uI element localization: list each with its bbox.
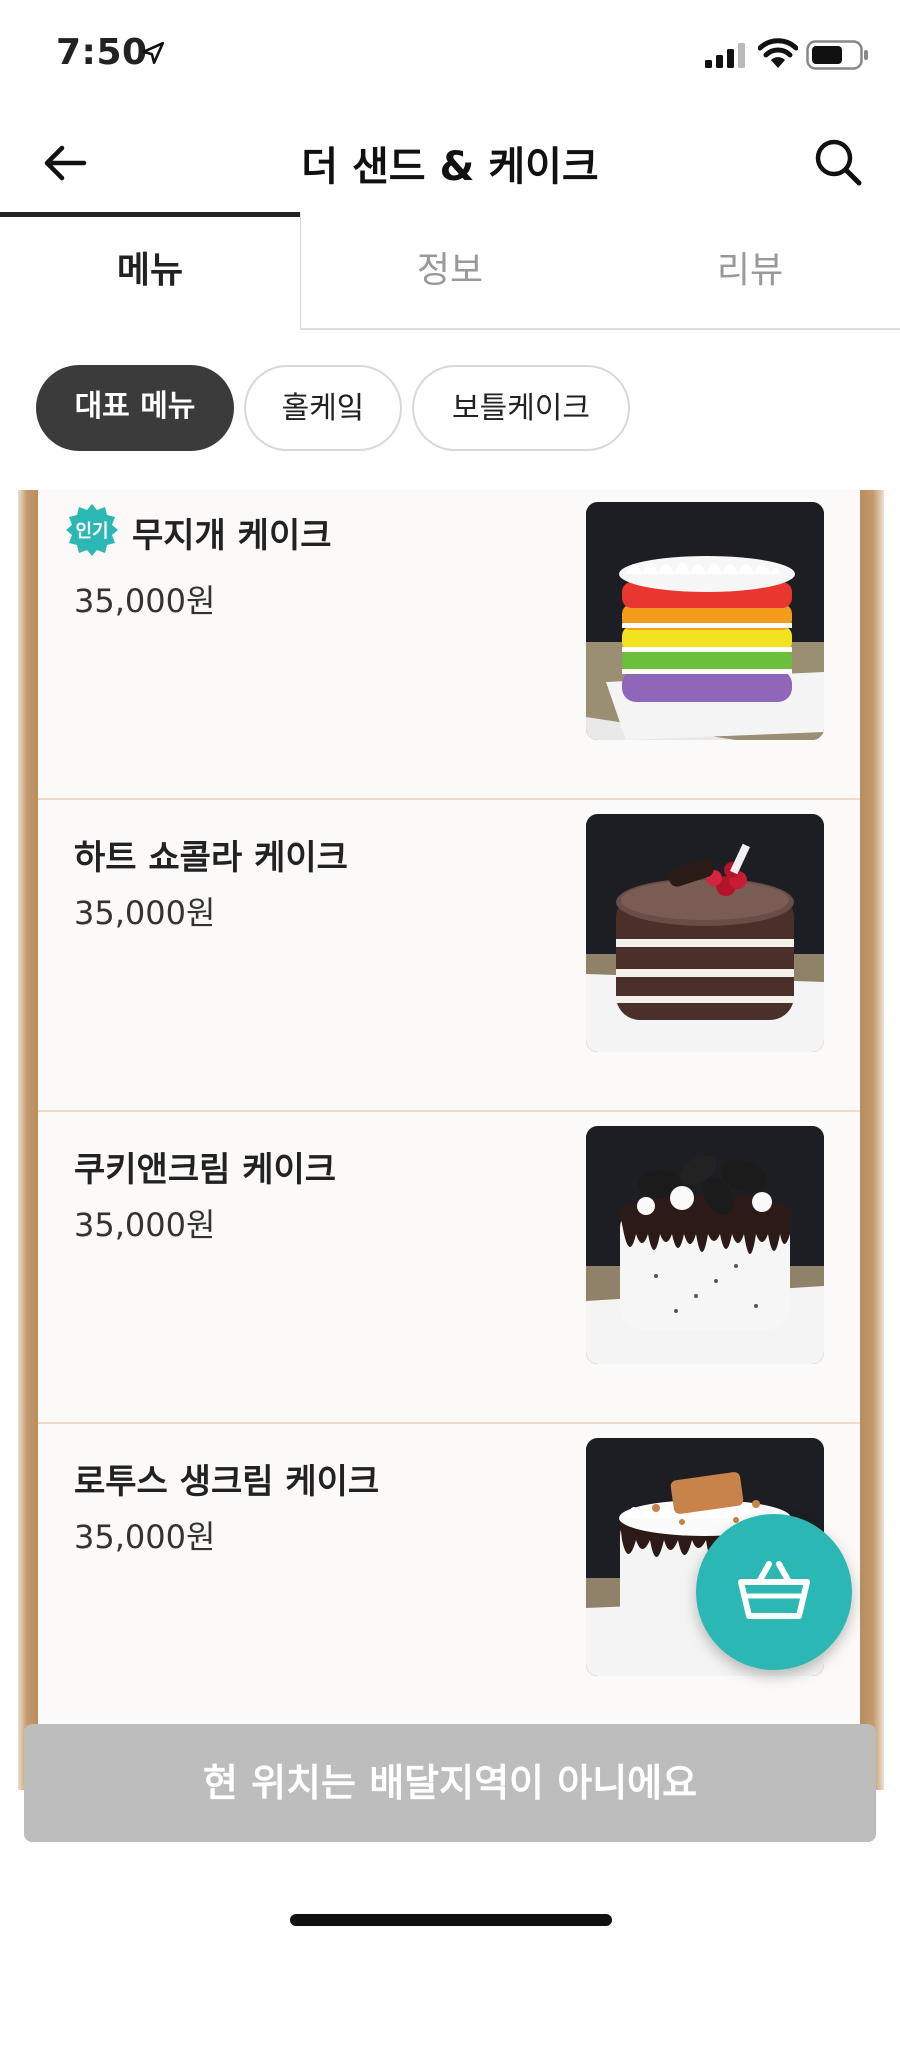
popular-badge: 인기 [66, 504, 118, 556]
status-bar: 7:50 [0, 0, 900, 110]
wifi-icon [758, 38, 798, 68]
wood-frame-right [860, 490, 884, 1790]
chip-signature-menu[interactable]: 대표 메뉴 [36, 365, 234, 451]
menu-item-rainbow-cake[interactable]: 인기 무지개 케이크 35,000원 [38, 490, 860, 800]
tab-info[interactable]: 정보 [300, 212, 600, 330]
popular-badge-text: 인기 [75, 521, 108, 542]
tab-review[interactable]: 리뷰 [600, 212, 900, 330]
delivery-unavailable-bar: 현 위치는 배달지역이 아니에요 [24, 1724, 876, 1842]
tab-bar: 메뉴 정보 리뷰 [0, 212, 900, 330]
chocolate-cake-photo [586, 814, 824, 1052]
battery-icon [806, 40, 868, 70]
wood-frame-left [18, 490, 38, 1790]
menu-item-price: 35,000원 [74, 1518, 216, 1556]
menu-item-name: 무지개 케이크 [132, 516, 332, 556]
menu-item-price: 35,000원 [74, 582, 216, 620]
cookies-cream-cake-photo [586, 1126, 824, 1364]
menu-item-heart-chocolat-cake[interactable]: 하트 쇼콜라 케이크 35,000원 [38, 802, 860, 1112]
signal-icon [705, 43, 745, 68]
menu-item-name: 하트 쇼콜라 케이크 [74, 838, 348, 878]
page-title: 더 샌드 & 케이크 [301, 144, 599, 190]
rainbow-cake-photo [586, 502, 824, 740]
header: 더 샌드 & 케이크 [0, 110, 900, 215]
chip-bottle-cake[interactable]: 보틀케이크 [412, 365, 630, 451]
menu-item-price: 35,000원 [74, 1206, 216, 1244]
tab-menu[interactable]: 메뉴 [0, 212, 300, 330]
location-arrow-icon [141, 41, 165, 65]
menu-item-name: 로투스 생크림 케이크 [74, 1462, 380, 1502]
menu-item-price: 35,000원 [74, 894, 216, 932]
home-indicator [290, 1914, 612, 1926]
menu-item-name: 쿠키앤크림 케이크 [74, 1150, 337, 1190]
category-chips: 대표 메뉴 홀케잌 보틀케이크 [0, 365, 900, 460]
status-time: 7:50 [56, 32, 148, 73]
chip-whole-cake[interactable]: 홀케잌 [244, 365, 402, 451]
search-icon[interactable] [812, 136, 864, 188]
cart-button[interactable] [696, 1514, 852, 1670]
menu-item-cookies-cream-cake[interactable]: 쿠키앤크림 케이크 35,000원 [38, 1114, 860, 1424]
basket-icon [738, 1561, 810, 1619]
